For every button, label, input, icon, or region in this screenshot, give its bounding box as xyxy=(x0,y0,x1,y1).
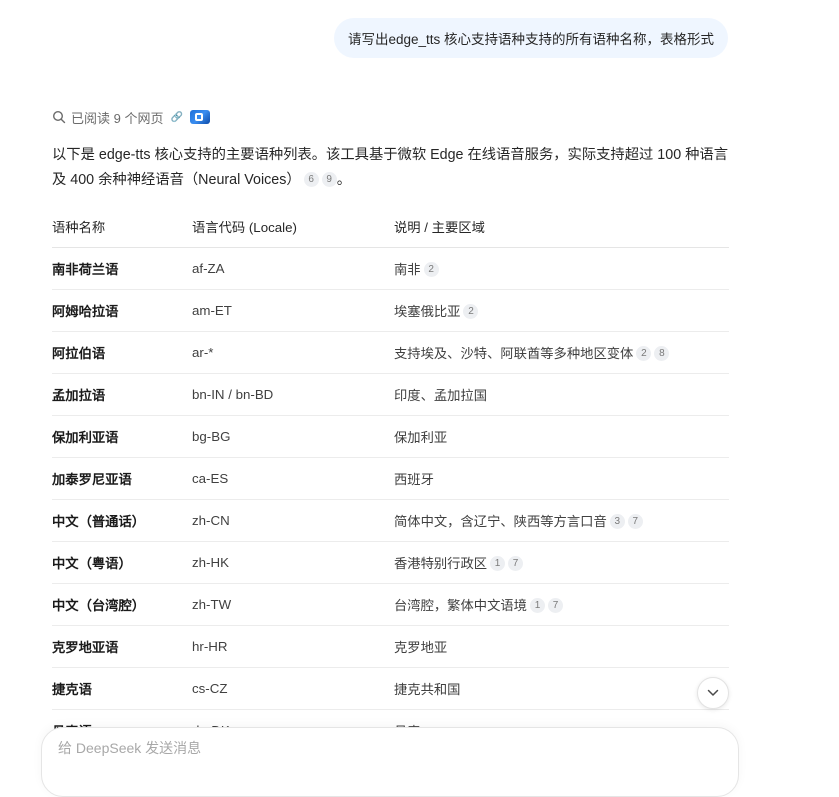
cell-description: 克罗地亚 xyxy=(394,625,729,668)
cell-locale-code: ca-ES xyxy=(192,457,394,500)
cell-locale-code: ar-* xyxy=(192,331,394,374)
table-body: 南非荷兰语 af-ZA 南非 2 阿姆哈拉语 am-ET 埃塞俄比亚 2 阿拉伯语 ar-* 支持埃… xyxy=(52,247,729,736)
citation-badge[interactable]: 7 xyxy=(627,513,643,529)
description-text: 印度、孟加拉国 xyxy=(394,388,488,403)
cell-locale-code: zh-TW xyxy=(192,583,394,626)
table-row: 加泰罗尼亚语 ca-ES 西班牙 xyxy=(52,457,729,500)
table-row: 中文（粤语） zh-HK 香港特别行政区 1 7 xyxy=(52,541,729,584)
table-row: 中文（台湾腔） zh-TW 台湾腔，繁体中文语境 1 7 xyxy=(52,583,729,626)
intro-paragraph: 以下是 edge-tts 核心支持的主要语种列表。该工具基于微软 Edge 在线… xyxy=(52,143,732,193)
cell-language-name: 中文（粤语） xyxy=(52,541,192,584)
cell-language-name: 阿姆哈拉语 xyxy=(52,289,192,332)
cell-description: 香港特别行政区 1 7 xyxy=(394,541,729,584)
cell-locale-code: hr-HR xyxy=(192,625,394,668)
chevron-down-icon xyxy=(707,684,719,702)
description-text: 克罗地亚 xyxy=(394,640,448,655)
citation-badge[interactable]: 1 xyxy=(529,597,545,613)
cell-locale-code: zh-HK xyxy=(192,541,394,584)
user-message-bubble: 请写出edge_tts 核心支持语种支持的所有语种名称，表格形式 xyxy=(333,18,728,58)
cell-description: 印度、孟加拉国 xyxy=(394,373,729,416)
cell-locale-code: af-ZA xyxy=(192,247,394,290)
citation-badge[interactable]: 6 xyxy=(303,171,319,187)
intro-text: 以下是 edge-tts 核心支持的主要语种列表。该工具基于微软 Edge 在线… xyxy=(52,147,729,188)
description-text: 西班牙 xyxy=(394,472,434,487)
cell-description: 保加利亚 xyxy=(394,415,729,458)
description-text: 支持埃及、沙特、阿联酋等多种地区变体 xyxy=(394,346,634,361)
cell-description: 台湾腔，繁体中文语境 1 7 xyxy=(394,583,729,626)
header-language-name: 语种名称 xyxy=(52,206,192,248)
cell-language-name: 中文（台湾腔） xyxy=(52,583,192,626)
cell-description: 西班牙 xyxy=(394,457,729,500)
table-row: 南非荷兰语 af-ZA 南非 2 xyxy=(52,247,729,290)
citation-badge[interactable]: 7 xyxy=(508,555,524,571)
citation-badge[interactable]: 2 xyxy=(463,303,479,319)
description-text: 香港特别行政区 xyxy=(394,556,488,571)
intro-end: 。 xyxy=(336,172,351,188)
description-text: 简体中文，含辽宁、陕西等方言口音 xyxy=(394,514,607,529)
message-input[interactable] xyxy=(58,740,658,756)
scroll-to-bottom-button[interactable] xyxy=(697,677,729,709)
description-text: 埃塞俄比亚 xyxy=(394,304,461,319)
cell-language-name: 南非荷兰语 xyxy=(52,247,192,290)
cell-locale-code: bg-BG xyxy=(192,415,394,458)
cell-description: 支持埃及、沙特、阿联酋等多种地区变体 2 8 xyxy=(394,331,729,374)
table-row: 阿拉伯语 ar-* 支持埃及、沙特、阿联酋等多种地区变体 2 8 xyxy=(52,331,729,374)
description-text: 保加利亚 xyxy=(394,430,448,445)
citation-badge[interactable]: 1 xyxy=(490,555,506,571)
table-header-row: 语种名称 语言代码 (Locale) 说明 / 主要区域 xyxy=(52,206,729,248)
link-icon: 🔗 xyxy=(170,111,183,123)
header-description: 说明 / 主要区域 xyxy=(394,206,729,248)
description-text: 南非 xyxy=(394,262,421,277)
cell-language-name: 保加利亚语 xyxy=(52,415,192,458)
table-row: 捷克语 cs-CZ 捷克共和国 xyxy=(52,667,729,710)
citation-badge[interactable]: 2 xyxy=(423,261,439,277)
table-row: 中文（普通话） zh-CN 简体中文，含辽宁、陕西等方言口音 3 7 xyxy=(52,499,729,542)
user-message-text: 请写出edge_tts 核心支持语种支持的所有语种名称，表格形式 xyxy=(347,32,714,47)
cell-description: 简体中文，含辽宁、陕西等方言口音 3 7 xyxy=(394,499,729,542)
table-row: 保加利亚语 bg-BG 保加利亚 xyxy=(52,415,729,458)
header-locale-code: 语言代码 (Locale) xyxy=(192,206,394,248)
cell-language-name: 阿拉伯语 xyxy=(52,331,192,374)
table-row: 阿姆哈拉语 am-ET 埃塞俄比亚 2 xyxy=(52,289,729,332)
description-text: 台湾腔，繁体中文语境 xyxy=(394,598,527,613)
citation-badge[interactable]: 9 xyxy=(321,171,337,187)
search-icon xyxy=(52,110,66,124)
citation-badge[interactable]: 3 xyxy=(609,513,625,529)
table-row: 孟加拉语 bn-IN / bn-BD 印度、孟加拉国 xyxy=(52,373,729,416)
message-composer xyxy=(41,727,739,797)
cell-locale-code: zh-CN xyxy=(192,499,394,542)
cell-description: 南非 2 xyxy=(394,247,729,290)
search-status-row[interactable]: 已阅读 9 个网页 🔗 xyxy=(52,108,210,126)
cell-locale-code: am-ET xyxy=(192,289,394,332)
language-table-container: 语种名称 语言代码 (Locale) 说明 / 主要区域 南非荷兰语 af-ZA 南… xyxy=(52,206,729,736)
cell-language-name: 中文（普通话） xyxy=(52,499,192,542)
citation-badge[interactable]: 8 xyxy=(654,345,670,361)
cell-description: 捷克共和国 xyxy=(394,667,729,710)
cell-language-name: 孟加拉语 xyxy=(52,373,192,416)
citation-badge[interactable]: 2 xyxy=(636,345,652,361)
source-site-icon xyxy=(189,110,210,124)
search-status-text: 已阅读 9 个网页 xyxy=(71,110,164,126)
cell-locale-code: cs-CZ xyxy=(192,667,394,710)
cell-language-name: 捷克语 xyxy=(52,667,192,710)
cell-locale-code: bn-IN / bn-BD xyxy=(192,373,394,416)
description-text: 捷克共和国 xyxy=(394,682,461,697)
citation-badge[interactable]: 7 xyxy=(547,597,563,613)
language-table: 语种名称 语言代码 (Locale) 说明 / 主要区域 南非荷兰语 af-ZA 南… xyxy=(52,206,729,736)
table-row: 克罗地亚语 hr-HR 克罗地亚 xyxy=(52,625,729,668)
cell-language-name: 加泰罗尼亚语 xyxy=(52,457,192,500)
cell-description: 埃塞俄比亚 2 xyxy=(394,289,729,332)
cell-language-name: 克罗地亚语 xyxy=(52,625,192,668)
